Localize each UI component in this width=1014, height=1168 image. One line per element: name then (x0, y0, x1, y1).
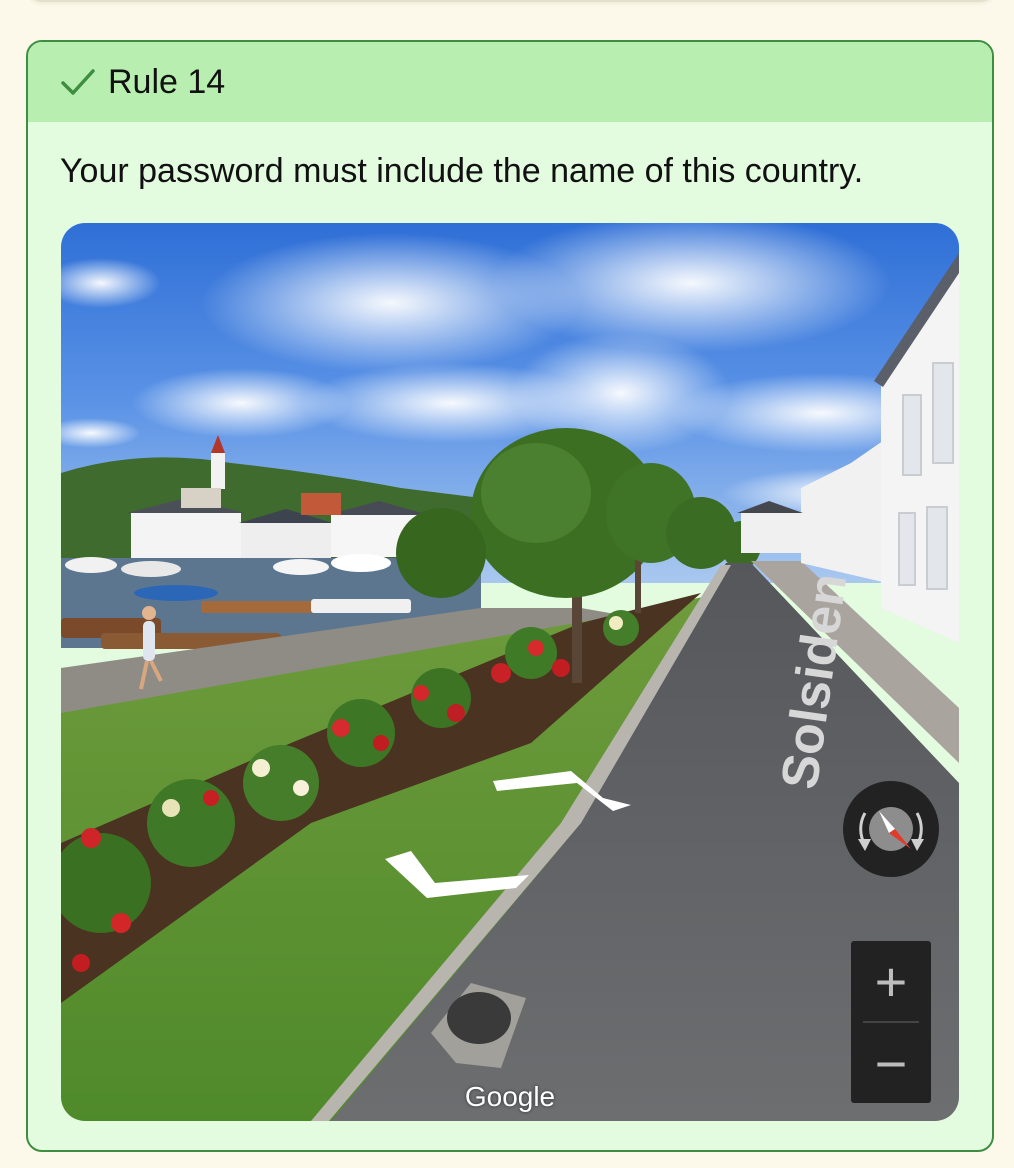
checkmark-icon (61, 69, 95, 95)
google-watermark: Google (464, 1081, 556, 1112)
street-view-scene[interactable]: Solsiden (61, 223, 959, 1121)
zoom-in-icon[interactable]: + (851, 941, 931, 1021)
rule-header: Rule 14 (28, 42, 992, 122)
street-view-panorama[interactable]: Solsiden + − Google (61, 223, 959, 1121)
rule-description: Your password must include the name of t… (60, 152, 864, 190)
rule-title: Rule 14 (108, 62, 226, 101)
compass-icon[interactable] (843, 781, 939, 877)
zoom-control: + − (851, 941, 931, 1103)
previous-rule-card-edge (26, 0, 996, 2)
